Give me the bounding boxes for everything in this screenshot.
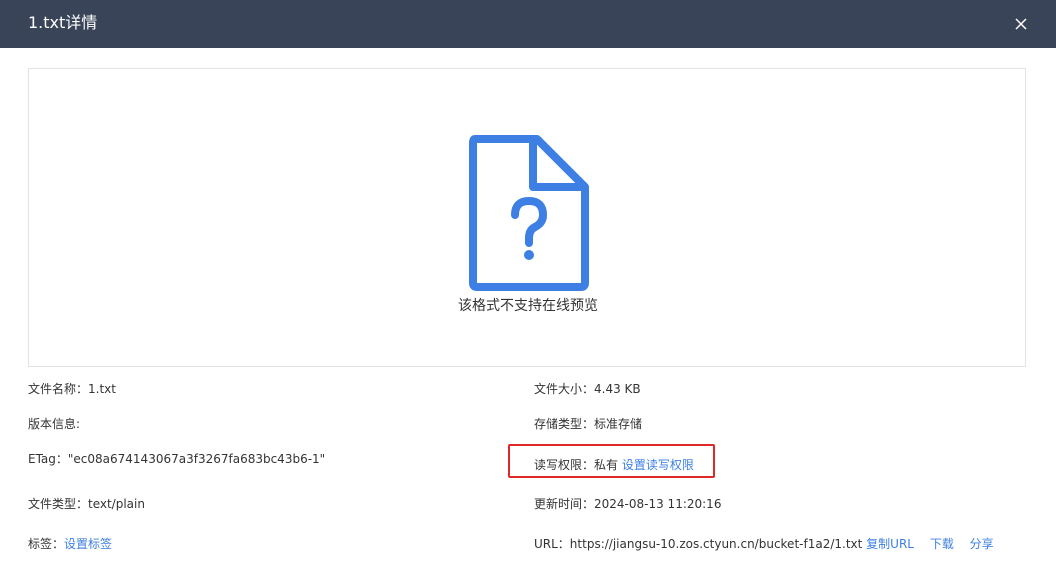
tags-label: 标签： [28,537,65,551]
copy-url-link[interactable]: 复制URL [866,537,914,551]
url-row: URL：https://jiangsu-10.zos.ctyun.cn/buck… [534,536,994,552]
acl-highlight-box [508,444,715,478]
file-detail-dialog: 1.txt详情 该格式不支持在线预览 文件名称：1.txt 版本信息: ETag… [0,0,1056,578]
close-icon[interactable] [1012,15,1030,33]
file-name-field: 文件名称：1.txt [28,382,116,396]
share-link[interactable]: 分享 [970,537,994,551]
preview-unsupported-message: 该格式不支持在线预览 [458,298,598,314]
dialog-title: 1.txt详情 [28,13,98,32]
dialog-header: 1.txt详情 [0,0,1056,48]
tags-row: 标签：设置标签 [28,536,112,552]
file-preview-area: 该格式不支持在线预览 [28,68,1026,367]
file-type-field: 文件类型：text/plain [28,497,145,511]
download-link[interactable]: 下载 [930,537,954,551]
set-tags-link[interactable]: 设置标签 [64,537,112,551]
file-size-field: 文件大小：4.43 KB [534,382,641,396]
etag-field: ETag："ec08a674143067a3f3267fa683bc43b6-1… [28,452,326,466]
updated-time-field: 更新时间：2024-08-13 11:20:16 [534,497,722,511]
file-question-icon [469,135,589,291]
storage-type-field: 存储类型：标准存储 [534,417,643,431]
url-field: URL：https://jiangsu-10.zos.ctyun.cn/buck… [534,537,863,551]
version-info-field: 版本信息: [28,417,81,431]
